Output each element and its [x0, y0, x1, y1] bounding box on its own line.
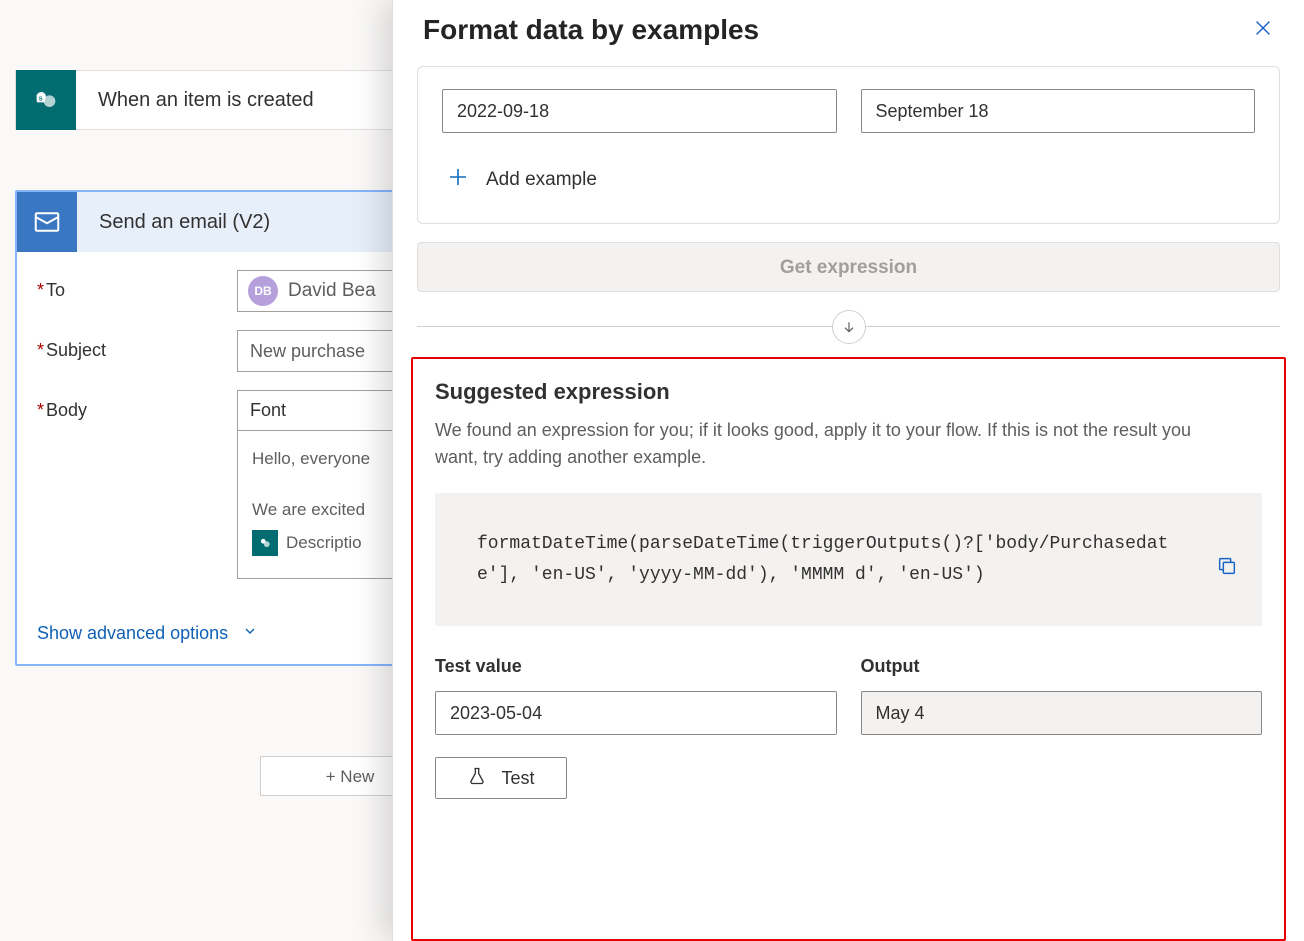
dynamic-content-token[interactable]: Descriptio: [252, 529, 362, 558]
trigger-title: When an item is created: [76, 89, 314, 112]
add-example-button[interactable]: Add example: [442, 161, 601, 199]
chevron-down-icon: [242, 623, 258, 644]
examples-card: Add example: [417, 66, 1280, 224]
output-field: [861, 691, 1263, 735]
sharepoint-icon: S: [16, 70, 76, 130]
panel-title: Format data by examples: [423, 14, 759, 46]
close-button[interactable]: [1252, 17, 1274, 44]
suggested-heading: Suggested expression: [435, 379, 1262, 405]
expression-code[interactable]: formatDateTime(parseDateTime(triggerOutp…: [459, 529, 1216, 590]
expression-code-box: formatDateTime(parseDateTime(triggerOutp…: [435, 493, 1262, 626]
outlook-icon: [17, 192, 77, 252]
plus-icon: [446, 165, 470, 195]
beaker-icon: [467, 766, 487, 791]
suggested-expression-card: Suggested expression We found an express…: [411, 357, 1286, 941]
body-label: *Body: [37, 390, 237, 421]
body-line: We are excited: [252, 500, 365, 519]
test-value-label: Test value: [435, 656, 837, 677]
test-value-input[interactable]: [435, 691, 837, 735]
copy-button[interactable]: [1216, 529, 1238, 582]
action-title: Send an email (V2): [77, 211, 270, 234]
to-label: *To: [37, 270, 237, 301]
format-data-panel: Format data by examples Add example Get …: [392, 0, 1304, 941]
subject-label: *Subject: [37, 330, 237, 361]
expand-section-button[interactable]: [832, 310, 866, 344]
example-output[interactable]: [861, 89, 1256, 133]
sharepoint-icon: [252, 530, 278, 556]
example-input[interactable]: [442, 89, 837, 133]
test-button[interactable]: Test: [435, 757, 567, 799]
output-label: Output: [861, 656, 1263, 677]
get-expression-button[interactable]: Get expression: [417, 242, 1280, 292]
svg-text:S: S: [39, 97, 43, 103]
suggested-description: We found an expression for you; if it lo…: [435, 417, 1225, 471]
recipient-name: David Bea: [288, 280, 376, 302]
section-divider: [417, 326, 1280, 327]
avatar: DB: [248, 276, 278, 306]
